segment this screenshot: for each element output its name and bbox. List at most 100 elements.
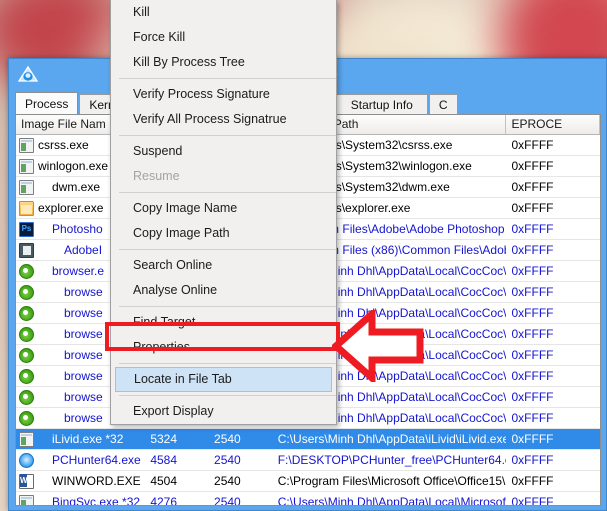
exe-icon <box>19 158 34 174</box>
cell-ppid[interactable]: 2540 <box>209 471 273 491</box>
coccoc-icon <box>19 326 34 342</box>
cell-ppid[interactable]: 2540 <box>209 450 273 470</box>
cell-path[interactable]: F:\DESKTOP\PCHunter_free\PCHunter64.exe <box>273 450 507 470</box>
menu-item-export-display[interactable]: Export Display <box>111 399 336 424</box>
cell-path[interactable]: C:\Users\Minh Dhl\AppData\Local\Microsof… <box>273 492 507 505</box>
image-file-name-text: browser.e <box>52 264 105 278</box>
table-row[interactable]: WINWORD.EXE 45042540C:\Program Files\Micr… <box>16 471 600 492</box>
menu-item-find-target[interactable]: Find Target <box>111 310 336 335</box>
image-file-name-text: browse <box>64 327 103 341</box>
image-file-name-text: dwm.exe <box>52 180 101 194</box>
coccoc-icon <box>19 347 34 363</box>
cell-image-file-name[interactable]: iLivid.exe *32 <box>16 429 145 449</box>
coccoc-icon <box>19 284 34 300</box>
cell-ep[interactable]: 0xFFFF <box>506 261 600 281</box>
cell-ep[interactable]: 0xFFFF <box>506 408 600 428</box>
menu-separator <box>119 249 336 250</box>
menu-item-suspend[interactable]: Suspend <box>111 139 336 164</box>
image-file-name-text: iLivid.exe *32 <box>52 432 124 446</box>
image-file-name-text: browse <box>64 285 103 299</box>
coccoc-icon <box>19 368 34 384</box>
cell-pid[interactable]: 4504 <box>145 471 209 491</box>
folder-icon <box>19 200 34 216</box>
tab-c[interactable]: C <box>428 94 458 114</box>
cell-pid[interactable]: 5324 <box>145 429 209 449</box>
coccoc-icon <box>19 410 34 426</box>
cell-ep[interactable]: 0xFFFF <box>506 135 600 155</box>
cell-pid[interactable]: 4584 <box>145 450 209 470</box>
menu-item-force-kill[interactable]: Force Kill <box>111 25 336 50</box>
cell-path[interactable]: C:\Users\Minh Dhl\AppData\iLivid\iLivid.… <box>273 429 507 449</box>
menu-item-search-online[interactable]: Search Online <box>111 253 336 278</box>
menu-item-verify-process-signature[interactable]: Verify Process Signature <box>111 82 336 107</box>
cell-ep[interactable]: 0xFFFF <box>506 177 600 197</box>
menu-separator <box>119 192 336 193</box>
cell-ep[interactable]: 0xFFFF <box>506 387 600 407</box>
cell-image-file-name[interactable]: PCHunter64.exe <box>16 450 145 470</box>
image-file-name-text: WINWORD.EXE <box>52 474 141 488</box>
table-row[interactable]: BingSvc.exe *32 4276 2540 C:\Users\Minh Dhl… <box>16 492 600 506</box>
image-file-name-text: explorer.exe <box>38 201 104 215</box>
menu-item-resume: Resume <box>133 169 180 183</box>
image-file-name-text: csrss.exe <box>38 138 89 152</box>
cell-ep[interactable]: 0xFFFF <box>506 429 600 449</box>
menu-separator <box>119 395 336 396</box>
exe-icon <box>19 137 34 153</box>
cell-ep[interactable]: 0xFFFF <box>506 282 600 302</box>
cell-ep[interactable]: 0xFFFF <box>506 345 600 365</box>
cell-ep[interactable]: 0xFFFF <box>506 471 600 491</box>
cell-ep[interactable]: 0xFFFF <box>506 366 600 386</box>
cell-ep[interactable]: 0xFFFF <box>506 303 600 323</box>
cell-ep[interactable]: 0xFFFF <box>506 240 600 260</box>
menu-separator <box>119 306 336 307</box>
menu-item-properties[interactable]: Properties <box>111 335 336 360</box>
process-context-menu[interactable]: Kill Force Kill Kill By Process Tree Verify… <box>110 0 337 425</box>
menu-item-verify-all-process-signatrue[interactable]: Verify All Process Signatrue <box>111 107 336 132</box>
coccoc-icon <box>19 389 34 405</box>
table-row[interactable]: PCHunter64.exe 4584 2540 F:\DESKTOP\PCHunte… <box>16 450 600 471</box>
cell-ppid[interactable]: 2540 <box>209 429 273 449</box>
cell-ep[interactable]: 0xFFFF <box>506 219 600 239</box>
cell-ep[interactable]: 0xFFFF <box>506 450 600 470</box>
cell-ep[interactable]: 0xFFFF <box>506 156 600 176</box>
menu-item-kill[interactable]: Kill <box>111 0 336 25</box>
tab-process[interactable]: Process <box>15 92 79 114</box>
coccoc-icon <box>19 263 34 279</box>
image-file-name-text: AdobeI <box>64 243 103 257</box>
word-icon <box>19 473 34 489</box>
menu-separator <box>119 78 336 79</box>
image-file-name-text: browse <box>64 369 103 383</box>
image-file-name-text: Photosho <box>52 222 103 236</box>
cell-path[interactable]: C:\Program Files\Microsoft Office\Office… <box>273 471 507 491</box>
table-row[interactable]: iLivid.exe *32 5324 2540 C:\Users\Minh Dhl\… <box>16 429 600 450</box>
menu-item-copy-image-name[interactable]: Copy Image Name <box>111 196 336 221</box>
menu-separator <box>119 135 336 136</box>
cell-ep[interactable]: 0xFFFF <box>506 324 600 344</box>
exe-icon <box>19 494 34 505</box>
cell-image-file-name[interactable]: BingSvc.exe *32 <box>16 492 145 506</box>
image-file-name-text: browse <box>64 390 103 404</box>
image-file-name-text: BingSvc.exe *32 <box>52 495 141 506</box>
image-file-name-text: browse <box>64 411 103 425</box>
grid-header-ep[interactable]: EPROCE <box>506 115 600 134</box>
menu-item-analyse-online[interactable]: Analyse Online <box>111 278 336 303</box>
image-file-name-text: winlogon.exe <box>38 159 109 173</box>
menu-item-locate-in-file-tab[interactable]: Locate in File Tab <box>115 367 332 392</box>
cell-ep[interactable]: 0xFFFF <box>506 492 600 505</box>
coccoc-icon <box>19 305 34 321</box>
exe-icon <box>19 179 34 195</box>
image-file-name-text: PCHunter64.exe <box>52 453 141 467</box>
photoshop-icon: Ps <box>19 221 34 237</box>
image-file-name-text: browse <box>64 306 103 320</box>
document-icon <box>19 242 34 258</box>
pchunter-icon <box>19 452 34 468</box>
menu-separator <box>119 363 336 364</box>
exe-icon <box>19 431 34 447</box>
cell-image-file-name[interactable]: WINWORD.EXE <box>16 471 145 491</box>
cell-ppid[interactable]: 2540 <box>209 492 273 505</box>
cell-pid[interactable]: 4276 <box>145 492 209 505</box>
menu-item-copy-image-path[interactable]: Copy Image Path <box>111 221 336 246</box>
cell-ep[interactable]: 0xFFFF <box>506 198 600 218</box>
tab-startup-info[interactable]: Startup Info <box>335 94 428 114</box>
menu-item-kill-by-process-tree[interactable]: Kill By Process Tree <box>111 50 336 75</box>
